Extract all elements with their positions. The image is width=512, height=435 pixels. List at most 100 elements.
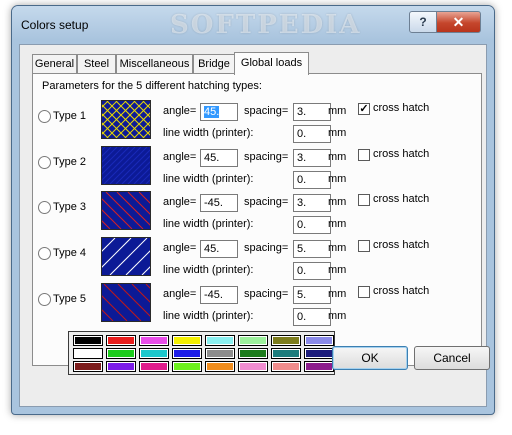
angle-input[interactable]: 45. xyxy=(200,240,238,258)
ok-button[interactable]: OK xyxy=(332,346,408,370)
spacing-input[interactable]: 3. xyxy=(293,194,331,212)
angle-label: angle= xyxy=(163,196,197,208)
hatch-pattern xyxy=(102,284,150,321)
cross-hatch-label: cross hatch xyxy=(373,102,430,114)
palette-color-cell[interactable] xyxy=(205,361,235,372)
angle-input[interactable]: -45. xyxy=(200,286,238,304)
colors-setup-dialog: Colors setup SOFTPEDIA ? ✕ General Steel… xyxy=(11,5,495,415)
spacing-unit: mm xyxy=(328,196,347,208)
palette-color-cell[interactable] xyxy=(73,361,103,372)
spacing-input[interactable]: 3. xyxy=(293,103,331,121)
angle-label: angle= xyxy=(163,242,197,254)
help-icon: ? xyxy=(419,15,427,29)
angle-input[interactable]: -45. xyxy=(200,194,238,212)
checkmark-icon: ✓ xyxy=(359,103,369,115)
line-width-input[interactable]: 0. xyxy=(293,262,331,280)
hatch-pattern xyxy=(102,101,150,138)
palette-color-cell[interactable] xyxy=(205,335,235,346)
type-radio[interactable] xyxy=(38,156,51,169)
line-width-label: line width (printer): xyxy=(163,218,254,230)
palette-color-cell[interactable] xyxy=(106,348,136,359)
spacing-input[interactable]: 5. xyxy=(293,286,331,304)
line-width-input[interactable]: 0. xyxy=(293,216,331,234)
tab-miscellaneous[interactable]: Miscellaneous xyxy=(116,54,193,74)
line-width-input[interactable]: 0. xyxy=(293,125,331,143)
hatch-preview-swatch[interactable] xyxy=(101,100,151,139)
palette-color-cell[interactable] xyxy=(106,335,136,346)
palette-color-cell[interactable] xyxy=(271,348,301,359)
cross-hatch-checkbox[interactable] xyxy=(358,286,370,298)
cross-hatch-checkbox[interactable] xyxy=(358,149,370,161)
angle-label: angle= xyxy=(163,151,197,163)
palette-color-cell[interactable] xyxy=(139,361,169,372)
title-bar[interactable]: Colors setup SOFTPEDIA ? ✕ xyxy=(12,6,494,40)
cancel-button[interactable]: Cancel xyxy=(414,346,490,370)
angle-input[interactable]: 45. xyxy=(200,149,238,167)
palette-color-cell[interactable] xyxy=(172,335,202,346)
angle-input[interactable]: 45. xyxy=(200,103,238,121)
color-palette xyxy=(68,331,335,375)
palette-color-cell[interactable] xyxy=(304,348,334,359)
type-label: Type 1 xyxy=(53,110,87,122)
hatch-preview-swatch[interactable] xyxy=(101,146,151,185)
window-title: Colors setup xyxy=(21,18,89,32)
tab-bridge[interactable]: Bridge xyxy=(193,54,235,74)
line-width-label: line width (printer): xyxy=(163,173,254,185)
type-label: Type 3 xyxy=(53,201,87,213)
palette-color-cell[interactable] xyxy=(73,348,103,359)
spacing-label: spacing= xyxy=(244,151,289,163)
cross-hatch-label: cross hatch xyxy=(373,148,430,160)
type-radio[interactable] xyxy=(38,293,51,306)
palette-color-cell[interactable] xyxy=(139,348,169,359)
palette-color-cell[interactable] xyxy=(172,361,202,372)
line-width-input[interactable]: 0. xyxy=(293,171,331,189)
type-radio[interactable] xyxy=(38,247,51,260)
cross-hatch-checkbox[interactable] xyxy=(358,240,370,252)
hatch-pattern xyxy=(102,238,150,275)
line-width-label: line width (printer): xyxy=(163,264,254,276)
spacing-input[interactable]: 5. xyxy=(293,240,331,258)
type-label: Type 4 xyxy=(53,247,87,259)
hatch-pattern xyxy=(102,147,150,184)
palette-color-cell[interactable] xyxy=(304,335,334,346)
hatch-preview-swatch[interactable] xyxy=(101,191,151,230)
cross-hatch-label: cross hatch xyxy=(373,239,430,251)
cross-hatch-label: cross hatch xyxy=(373,193,430,205)
line-width-unit: mm xyxy=(328,173,347,185)
hatch-pattern xyxy=(102,192,150,229)
line-width-unit: mm xyxy=(328,127,347,139)
tab-steel[interactable]: Steel xyxy=(77,54,116,74)
palette-color-cell[interactable] xyxy=(106,361,136,372)
tab-general[interactable]: General xyxy=(32,54,77,74)
type-label: Type 5 xyxy=(53,293,87,305)
line-width-label: line width (printer): xyxy=(163,127,254,139)
palette-color-cell[interactable] xyxy=(238,361,268,372)
palette-color-cell[interactable] xyxy=(205,348,235,359)
palette-color-cell[interactable] xyxy=(271,335,301,346)
cross-hatch-checkbox[interactable] xyxy=(358,194,370,206)
spacing-unit: mm xyxy=(328,105,347,117)
type-label: Type 2 xyxy=(53,156,87,168)
palette-color-cell[interactable] xyxy=(238,348,268,359)
spacing-unit: mm xyxy=(328,288,347,300)
hatch-preview-swatch[interactable] xyxy=(101,237,151,276)
help-button[interactable]: ? xyxy=(409,11,437,33)
hatch-preview-swatch[interactable] xyxy=(101,283,151,322)
palette-color-cell[interactable] xyxy=(73,335,103,346)
spacing-label: spacing= xyxy=(244,242,289,254)
line-width-input[interactable]: 0. xyxy=(293,308,331,326)
palette-color-cell[interactable] xyxy=(238,335,268,346)
spacing-label: spacing= xyxy=(244,105,289,117)
palette-color-cell[interactable] xyxy=(172,348,202,359)
palette-color-cell[interactable] xyxy=(271,361,301,372)
line-width-unit: mm xyxy=(328,218,347,230)
palette-color-cell[interactable] xyxy=(304,361,334,372)
close-button[interactable]: ✕ xyxy=(436,11,481,33)
type-radio[interactable] xyxy=(38,201,51,214)
close-icon: ✕ xyxy=(452,13,465,30)
palette-color-cell[interactable] xyxy=(139,335,169,346)
spacing-input[interactable]: 3. xyxy=(293,149,331,167)
tab-global-loads[interactable]: Global loads xyxy=(234,52,309,75)
cross-hatch-checkbox[interactable]: ✓ xyxy=(358,103,370,115)
type-radio[interactable] xyxy=(38,110,51,123)
